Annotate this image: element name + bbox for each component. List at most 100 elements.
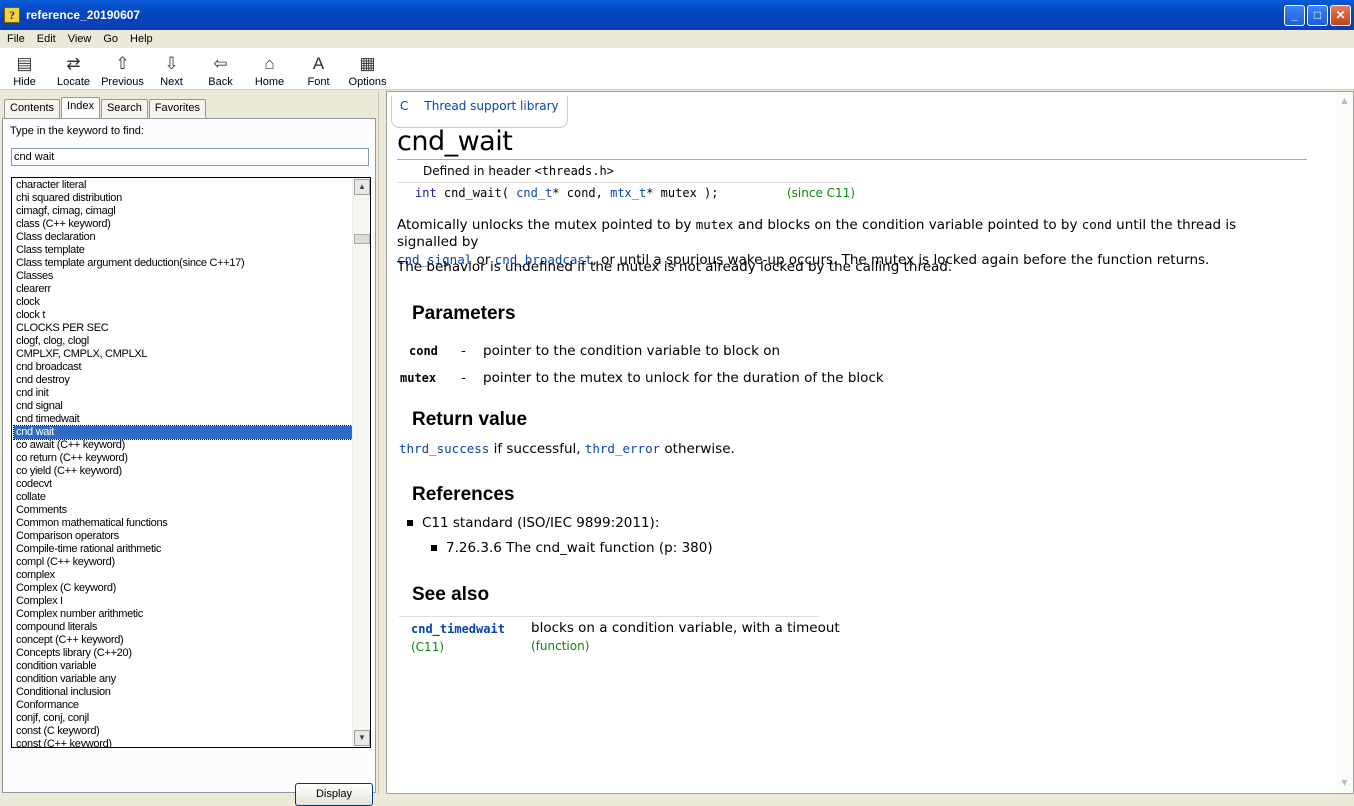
index-list-item[interactable]: complex bbox=[14, 569, 352, 582]
font-button[interactable]: A Font bbox=[294, 48, 343, 90]
locate-button[interactable]: ⇄ Locate bbox=[49, 48, 98, 90]
param-dash: - bbox=[461, 343, 466, 359]
minimize-button[interactable]: _ bbox=[1284, 5, 1305, 26]
index-list-item[interactable]: Conditional inclusion bbox=[14, 686, 352, 699]
defined-in: Defined in header <threads.h> bbox=[423, 164, 614, 178]
index-list-item[interactable]: const (C keyword) bbox=[14, 725, 352, 738]
index-list-item[interactable]: Complex (C keyword) bbox=[14, 582, 352, 595]
param-name: mutex bbox=[400, 371, 437, 385]
index-list-item[interactable]: collate bbox=[14, 491, 352, 504]
index-list-item[interactable]: co return (C++ keyword) bbox=[14, 452, 352, 465]
cnd-timedwait-link[interactable]: cnd_timedwait bbox=[411, 622, 505, 636]
tab-favorites[interactable]: Favorites bbox=[148, 99, 207, 118]
index-list-item[interactable]: Complex number arithmetic bbox=[14, 608, 352, 621]
index-list-item[interactable]: Class template bbox=[14, 244, 352, 257]
menu-go[interactable]: Go bbox=[98, 33, 123, 45]
index-list-item[interactable]: clock bbox=[14, 296, 352, 309]
index-list-item[interactable]: Compile-time rational arithmetic bbox=[14, 543, 352, 556]
index-list-item[interactable]: codecvt bbox=[14, 478, 352, 491]
index-list-item[interactable]: condition variable bbox=[14, 660, 352, 673]
index-list-item[interactable]: cnd broadcast bbox=[14, 361, 352, 374]
next-button[interactable]: ⇩ Next bbox=[147, 48, 196, 90]
param-desc: pointer to the condition variable to blo… bbox=[483, 343, 781, 359]
keyword-input[interactable] bbox=[11, 148, 369, 166]
references-heading: References bbox=[412, 484, 515, 505]
scroll-up-icon[interactable]: ▲ bbox=[1337, 94, 1352, 109]
menu-edit[interactable]: Edit bbox=[32, 33, 61, 45]
index-list-item[interactable]: clearerr bbox=[14, 283, 352, 296]
index-list-item[interactable]: conjf, conj, conjl bbox=[14, 712, 352, 725]
scroll-up-icon[interactable]: ▲ bbox=[354, 179, 370, 195]
mtx-t-link[interactable]: mtx_t bbox=[610, 186, 646, 200]
index-list-item[interactable]: condition variable any bbox=[14, 673, 352, 686]
topic-pane: C Thread support library cnd_wait Define… bbox=[386, 91, 1354, 794]
index-list-item[interactable]: cnd wait bbox=[13, 425, 353, 440]
index-list-item[interactable]: class (C++ keyword) bbox=[14, 218, 352, 231]
scroll-down-icon[interactable]: ▼ bbox=[354, 730, 370, 746]
see-also-desc: blocks on a condition variable, with a t… bbox=[531, 620, 840, 636]
since-divider bbox=[783, 182, 851, 183]
back-button[interactable]: ⇦ Back bbox=[196, 48, 245, 90]
index-list-item[interactable]: CMPLXF, CMPLX, CMPLXL bbox=[14, 348, 352, 361]
index-list-scrollbar[interactable]: ▲ ▼ bbox=[352, 178, 370, 747]
options-button[interactable]: ▦ Options bbox=[343, 48, 392, 90]
up-arrow-icon: ⇧ bbox=[115, 54, 130, 73]
display-button[interactable]: Display bbox=[295, 783, 373, 806]
thrd-success-link[interactable]: thrd_success bbox=[399, 441, 489, 456]
home-button[interactable]: ⌂ Home bbox=[245, 48, 294, 90]
index-list-item[interactable]: Comparison operators bbox=[14, 530, 352, 543]
index-list-item[interactable]: Concepts library (C++20) bbox=[14, 647, 352, 660]
hide-button[interactable]: ▤ Hide bbox=[0, 48, 49, 90]
scroll-thumb[interactable] bbox=[354, 234, 370, 244]
menu-view[interactable]: View bbox=[63, 33, 97, 45]
index-list-item[interactable]: compl (C++ keyword) bbox=[14, 556, 352, 569]
tab-index[interactable]: Index bbox=[61, 97, 100, 118]
index-list-item[interactable]: Complex I bbox=[14, 595, 352, 608]
index-list-item[interactable]: compound literals bbox=[14, 621, 352, 634]
pane-splitter[interactable] bbox=[378, 91, 386, 794]
topic-scrollbar[interactable]: ▲ ▼ bbox=[1336, 92, 1353, 793]
maximize-button[interactable]: □ bbox=[1307, 5, 1328, 26]
breadcrumb-c[interactable]: C bbox=[391, 96, 417, 128]
index-list-item[interactable]: Conformance bbox=[14, 699, 352, 712]
tab-search[interactable]: Search bbox=[100, 99, 148, 118]
index-list-item[interactable]: chi squared distribution bbox=[14, 192, 352, 205]
index-list[interactable]: character literal chi squared distributio… bbox=[11, 177, 371, 748]
see-also-divider bbox=[399, 616, 819, 617]
description-2: The behavior is undefined if the mutex i… bbox=[397, 259, 953, 275]
index-list-item[interactable]: Class template argument deduction(since … bbox=[14, 257, 352, 270]
param-name: cond bbox=[409, 344, 438, 358]
menu-bar: File Edit View Go Help bbox=[0, 30, 1354, 48]
index-list-item[interactable]: cnd signal bbox=[14, 400, 352, 413]
index-list-item[interactable]: Common mathematical functions bbox=[14, 517, 352, 530]
index-list-item[interactable]: co yield (C++ keyword) bbox=[14, 465, 352, 478]
param-dash: - bbox=[461, 370, 466, 386]
thrd-error-link[interactable]: thrd_error bbox=[585, 441, 660, 456]
index-list-item[interactable]: clogf, clog, clogl bbox=[14, 335, 352, 348]
index-list-item[interactable]: character literal bbox=[14, 179, 352, 192]
index-list-item[interactable]: const (C++ keyword) bbox=[14, 738, 352, 747]
index-list-item[interactable]: Classes bbox=[14, 270, 352, 283]
close-button[interactable]: ✕ bbox=[1330, 5, 1351, 26]
home-icon: ⌂ bbox=[264, 54, 275, 73]
index-list-item[interactable]: Comments bbox=[14, 504, 352, 517]
scroll-down-icon[interactable]: ▼ bbox=[1337, 776, 1352, 791]
see-also-kind: (function) bbox=[531, 639, 590, 653]
tab-contents[interactable]: Contents bbox=[4, 99, 61, 118]
index-list-item[interactable]: clock t bbox=[14, 309, 352, 322]
index-list-item[interactable]: cimagf, cimag, cimagl bbox=[14, 205, 352, 218]
menu-help[interactable]: Help bbox=[125, 33, 158, 45]
breadcrumb-thread-support[interactable]: Thread support library bbox=[416, 96, 568, 128]
reference-item: C11 standard (ISO/IEC 9899:2011): bbox=[407, 515, 659, 531]
index-list-item[interactable]: Class declaration bbox=[14, 231, 352, 244]
index-list-item[interactable]: cnd timedwait bbox=[14, 413, 352, 426]
cnd-t-link[interactable]: cnd_t bbox=[516, 186, 552, 200]
index-list-item[interactable]: concept (C++ keyword) bbox=[14, 634, 352, 647]
index-list-item[interactable]: cnd destroy bbox=[14, 374, 352, 387]
previous-button[interactable]: ⇧ Previous bbox=[98, 48, 147, 90]
index-list-item[interactable]: CLOCKS PER SEC bbox=[14, 322, 352, 335]
page-title: cnd_wait bbox=[397, 126, 513, 157]
menu-file[interactable]: File bbox=[2, 33, 30, 45]
index-list-item[interactable]: co await (C++ keyword) bbox=[14, 439, 352, 452]
index-list-item[interactable]: cnd init bbox=[14, 387, 352, 400]
